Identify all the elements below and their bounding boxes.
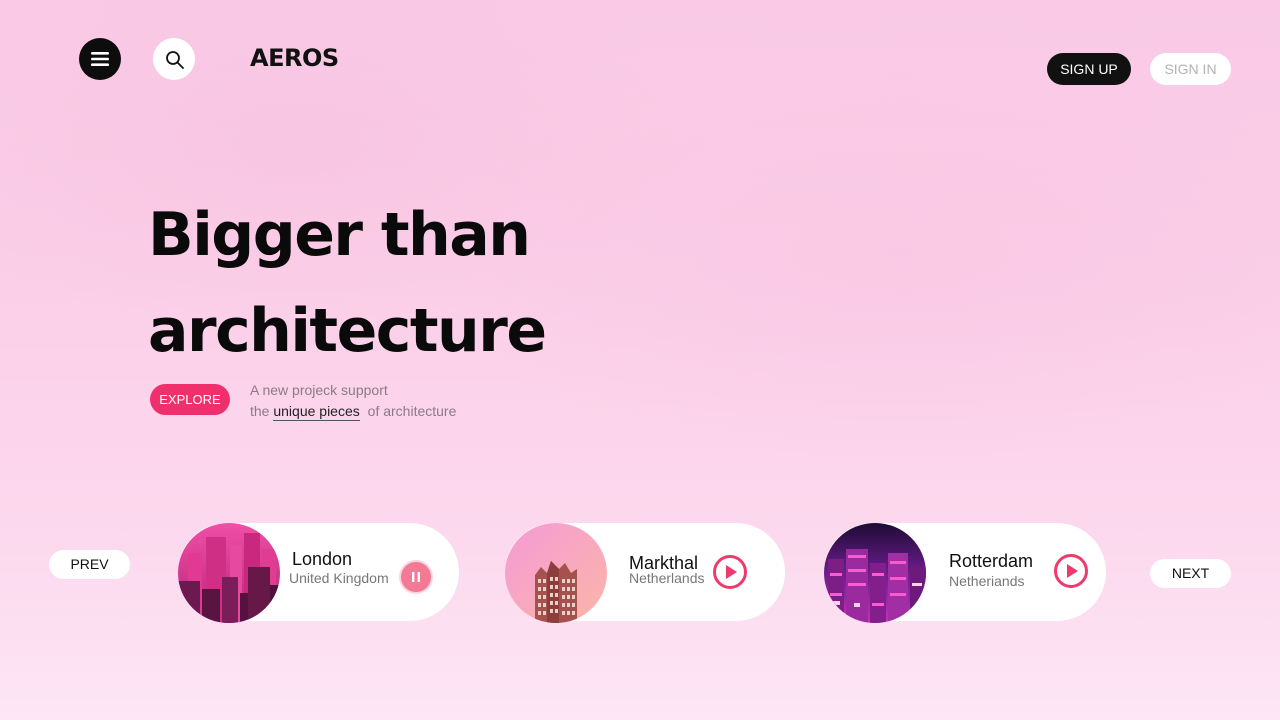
menu-button[interactable] [79,38,121,80]
search-icon [166,51,184,69]
play-button[interactable] [1054,554,1088,588]
logo[interactable]: AEROS [250,44,339,72]
next-button[interactable]: NEXT [1150,559,1231,588]
play-icon [726,565,737,579]
play-button[interactable] [713,555,747,589]
menu-icon [91,52,109,66]
london-thumbnail [178,523,280,623]
carousel-card-london[interactable]: London United Kingdom [178,523,459,623]
search-button[interactable] [153,38,195,80]
prev-button[interactable]: PREV [49,550,130,579]
rotterdam-thumbnail [824,523,926,623]
tagline-suffix: of architecture [367,403,457,419]
play-icon [1067,564,1078,578]
pause-icon [412,572,420,582]
tagline-line-2: the unique pieces of architecture [250,401,456,422]
carousel-card-rotterdam[interactable]: Rotterdam Netheriands [824,523,1106,623]
markthal-thumbnail [505,523,607,623]
card-country: Netheriands [949,573,1025,589]
card-country: Netherlands [629,570,705,586]
sign-in-button[interactable]: SIGN IN [1150,53,1231,85]
card-country: United Kingdom [289,570,389,586]
tagline-line-1: A new projeck support [250,382,388,398]
pause-button[interactable] [399,560,433,594]
carousel-card-markthal[interactable]: Markthal Netherlands [505,523,785,623]
card-city: London [292,549,353,569]
tagline-prefix: the [250,403,270,419]
hero-title-line-2: architecture [148,296,547,366]
hero-title-line-1: Bigger than [148,200,531,270]
card-city: Rotterdam [949,551,1034,571]
hero-tagline: A new projeck support the unique pieces … [250,380,456,422]
unique-pieces-link[interactable]: unique pieces [273,403,360,421]
explore-button[interactable]: EXPLORE [150,384,230,415]
sign-up-button[interactable]: SIGN UP [1047,53,1131,85]
